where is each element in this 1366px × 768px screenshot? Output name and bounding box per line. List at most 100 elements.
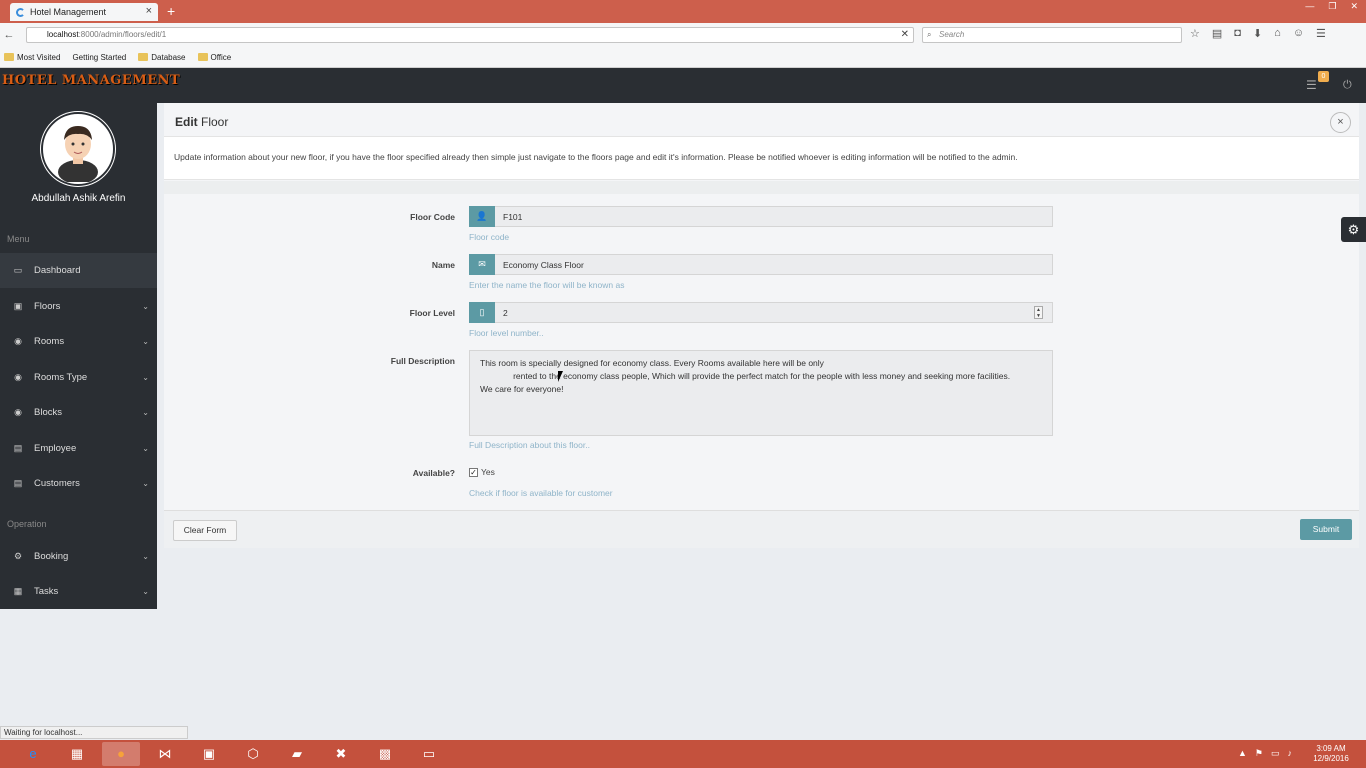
sidebar-item-rooms[interactable]: ◉ Rooms ⌄ (0, 324, 157, 359)
sidebar-item-label: Blocks (34, 407, 62, 418)
sidebar-item-rooms-type[interactable]: ◉ Rooms Type ⌄ (0, 360, 157, 395)
chevron-down-icon: ⌄ (142, 479, 149, 488)
hamburger-menu-icon[interactable]: ☰ (1316, 27, 1326, 40)
bookmark-most-visited[interactable]: Most Visited (4, 53, 60, 62)
minimize-icon[interactable]: — (1305, 1, 1314, 12)
restore-icon[interactable]: ❐ (1328, 1, 1336, 12)
internet-explorer-icon[interactable]: e (14, 742, 52, 766)
floor-level-label: Floor Level (409, 308, 455, 318)
home-icon[interactable]: ⌂ (1274, 27, 1281, 40)
window-controls: — ❐ ✕ (1305, 1, 1358, 12)
clock-time: 3:09 AM (1316, 744, 1346, 753)
power-icon[interactable]: ⏻ (1343, 79, 1352, 92)
notification-badge: 0 (1318, 71, 1329, 82)
folder-icon (197, 53, 208, 61)
stop-icon[interactable]: ✕ (901, 28, 909, 42)
bookmark-getting-started[interactable]: Getting Started (72, 53, 126, 62)
sidebar-item-dashboard[interactable]: ▭ Dashboard (0, 253, 157, 288)
full-description-label: Full Description (390, 356, 455, 366)
available-option-label[interactable]: Yes (481, 467, 495, 477)
bookmark-label: Office (210, 52, 232, 62)
terminal-icon[interactable]: ▭ (410, 742, 448, 766)
tray-expand-icon[interactable]: ▲ (1238, 748, 1247, 759)
browser-status-bar: Waiting for localhost... (0, 726, 188, 739)
tab-close-icon[interactable]: × (146, 5, 152, 17)
sidebar: Abdullah Ashik Arefin Menu ▭ Dashboard ▣… (0, 103, 157, 609)
sidebar-item-tasks[interactable]: ▦ Tasks ⌄ (0, 574, 157, 609)
search-input[interactable]: ⌕ Search (922, 27, 1182, 43)
bookmark-office[interactable]: Office (197, 52, 232, 62)
available-checkbox[interactable]: ✓ (469, 467, 478, 477)
tray-flag-icon[interactable]: ⚑ (1255, 748, 1263, 759)
settings-gear-icon[interactable]: ⚙ (1341, 217, 1366, 242)
avatar-image (45, 116, 111, 184)
browser-chrome: Hotel Management × + — ❐ ✕ ← localhost:8… (0, 0, 1366, 68)
visual-studio-icon[interactable]: ⋈ (146, 742, 184, 766)
user-icon: 👤 (469, 205, 495, 227)
full-description-textarea[interactable]: This room is specially designed for econ… (469, 350, 1053, 436)
chevron-down-icon: ⌄ (142, 337, 149, 346)
url-bar[interactable]: localhost:8000/admin/floors/edit/1 ✕ (26, 27, 914, 43)
sidebar-item-floors[interactable]: ▣ Floors ⌄ (0, 289, 157, 324)
panel-description: Update information about your new floor,… (164, 136, 1359, 180)
floor-level-help: Floor level number.. (469, 328, 544, 338)
mouse-cursor-icon (558, 371, 568, 382)
browser-tab[interactable]: Hotel Management × (10, 3, 158, 21)
new-tab-button[interactable]: + (167, 3, 175, 19)
toolbar-icons: ☆ ▤ ◘ ⬇ ⌂ ☺ ☰ (1190, 27, 1326, 40)
envelope-icon: ✉ (469, 253, 495, 275)
bookmark-star-icon[interactable]: ☆ (1190, 27, 1200, 40)
download-icon[interactable]: ⬇ (1253, 27, 1262, 40)
app-logo[interactable]: HOTEL MANAGEMENT (2, 73, 180, 88)
pocket-icon[interactable]: ◘ (1234, 27, 1241, 40)
bookmark-label: Database (151, 52, 186, 62)
window-close-icon[interactable]: ✕ (1350, 1, 1358, 12)
search-icon: ⌕ (927, 30, 932, 39)
close-panel-button[interactable]: × (1330, 112, 1351, 133)
chat-icon[interactable]: ☺ (1293, 27, 1304, 40)
sidebar-item-label: Customers (34, 478, 80, 489)
volume-icon[interactable]: ♪ (1288, 748, 1293, 759)
sidebar-item-label: Booking (34, 551, 69, 562)
sidebar-item-blocks[interactable]: ◉ Blocks ⌄ (0, 395, 157, 430)
number-stepper[interactable]: ▲ ▼ (1034, 306, 1043, 319)
floor-code-label: Floor Code (410, 212, 455, 222)
chevron-down-icon: ⌄ (142, 408, 149, 417)
notifications-icon[interactable]: ☰ (1306, 78, 1317, 92)
name-field[interactable]: ✉ Economy Class Floor (469, 253, 1053, 275)
sidebar-item-customers[interactable]: ▤ Customers ⌄ (0, 466, 157, 501)
name-label: Name (431, 260, 455, 270)
phpstorm-icon[interactable]: ▩ (366, 742, 404, 766)
file-explorer-icon[interactable]: ▦ (58, 742, 96, 766)
booking-icon: ⚙ (13, 551, 23, 561)
chevron-down-icon: ⌄ (142, 552, 149, 561)
clear-form-button[interactable]: Clear Form (173, 520, 237, 541)
clock-date: 12/9/2016 (1313, 754, 1349, 763)
chevron-down-icon: ⌄ (142, 444, 149, 453)
floor-code-field[interactable]: 👤 F101 (469, 205, 1053, 227)
firefox-icon[interactable]: ● (102, 742, 140, 766)
sidebar-item-employee[interactable]: ▤ Employee ⌄ (0, 431, 157, 466)
title-bold: Edit (175, 115, 198, 129)
submit-button[interactable]: Submit (1300, 519, 1352, 540)
floors-icon: ▣ (13, 301, 23, 311)
windows-taskbar: e ▦ ● ⋈ ▣ ⬡ ▰ ✖ ▩ ▭ ▲ ⚑ ▭ ♪ 3:09 AM 12/9… (0, 740, 1366, 768)
chevron-down-icon: ⌄ (142, 373, 149, 382)
sidebar-item-booking[interactable]: ⚙ Booking ⌄ (0, 539, 157, 574)
bookmark-database[interactable]: Database (138, 52, 186, 62)
folder-app-icon[interactable]: ▰ (278, 742, 316, 766)
floor-level-field[interactable]: ▯ 2 ▲ ▼ (469, 301, 1053, 323)
sidebar-item-label: Rooms (34, 336, 65, 347)
nox-icon[interactable]: ⬡ (234, 742, 272, 766)
xampp-icon[interactable]: ✖ (322, 742, 360, 766)
back-icon[interactable]: ← (0, 29, 18, 41)
url-path: :8000/admin/floors/edit/1 (78, 30, 167, 39)
page-title: Edit Floor (175, 115, 228, 129)
network-icon[interactable]: ▭ (1271, 748, 1280, 759)
taskbar-clock[interactable]: 3:09 AM 12/9/2016 (1305, 744, 1357, 764)
available-label: Available? (412, 468, 455, 478)
reading-list-icon[interactable]: ▤ (1212, 27, 1222, 40)
tasks-icon: ▦ (13, 586, 23, 596)
bookmarks-bar: Most Visited Getting Started Database Of… (0, 47, 1366, 68)
editor-icon[interactable]: ▣ (190, 742, 228, 766)
